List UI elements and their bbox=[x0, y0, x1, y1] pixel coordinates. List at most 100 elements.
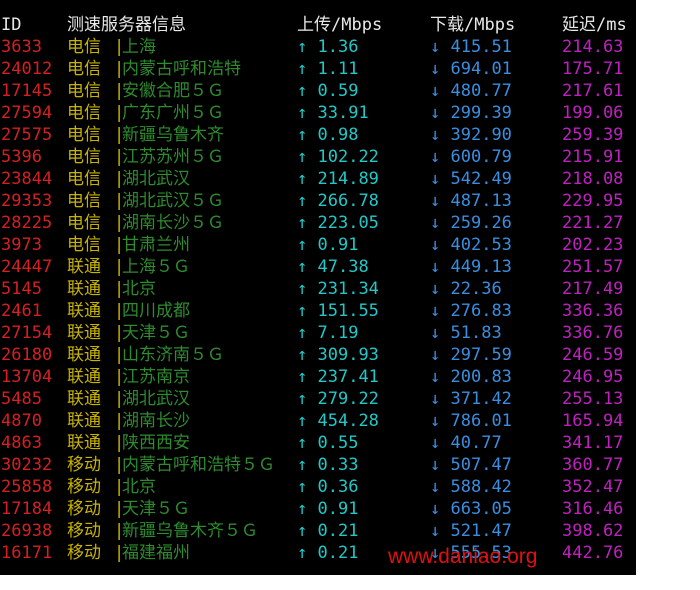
download-speed: ↓ 694.01 bbox=[430, 58, 512, 80]
down-arrow-icon: ↓ bbox=[430, 81, 441, 101]
terminal-window[interactable]: ID 测速服务器信息 上传/Mbps 下载/Mbps 延迟/ms 3633 电信 |… bbox=[0, 0, 636, 575]
upload-speed: ↑ 309.93 bbox=[297, 344, 379, 366]
header-row: ID 测速服务器信息 上传/Mbps 下载/Mbps 延迟/ms bbox=[0, 14, 636, 36]
result-row: 5396 电信 | 江苏苏州５Ｇ ↑ 102.22 ↓ 600.79 215.91 bbox=[0, 146, 636, 168]
server-city: 湖南长沙 bbox=[122, 411, 190, 431]
isp-name: 电信 bbox=[67, 125, 101, 145]
server-city: 内蒙古呼和浩特５Ｇ bbox=[122, 455, 275, 475]
down-arrow-icon: ↓ bbox=[430, 323, 441, 343]
upload-speed: ↑ 231.34 bbox=[297, 278, 379, 300]
download-value: 276.83 bbox=[450, 301, 512, 321]
up-arrow-icon: ↑ bbox=[297, 323, 308, 343]
download-speed: ↓ 22.36 bbox=[430, 278, 502, 300]
download-value: 22.36 bbox=[450, 279, 502, 299]
server-city: 湖南长沙５Ｇ bbox=[122, 213, 224, 233]
header-upload: 上传/Mbps bbox=[297, 15, 383, 35]
up-arrow-icon: ↑ bbox=[297, 191, 308, 211]
upload-speed: ↑ 0.98 bbox=[297, 124, 358, 146]
up-arrow-icon: ↑ bbox=[297, 543, 308, 563]
down-arrow-icon: ↓ bbox=[430, 345, 441, 365]
server-id: 3633 bbox=[1, 37, 42, 57]
upload-value: 279.22 bbox=[317, 389, 379, 409]
upload-value: 1.36 bbox=[317, 37, 359, 57]
result-row: 24447 联通 | 上海５Ｇ ↑ 47.38 ↓ 449.13 251.57 bbox=[0, 256, 636, 278]
latency-value: 217.61 bbox=[562, 81, 624, 101]
download-speed: ↓ 402.53 bbox=[430, 234, 512, 256]
latency-value: 229.95 bbox=[562, 191, 624, 211]
isp-name: 电信 bbox=[67, 147, 101, 167]
server-id: 27594 bbox=[1, 103, 53, 123]
server-city: 安徽合肥５Ｇ bbox=[122, 81, 224, 101]
isp-name: 电信 bbox=[67, 191, 101, 211]
server-city: 湖北武汉 bbox=[122, 389, 190, 409]
server-id: 2461 bbox=[1, 301, 42, 321]
upload-speed: ↑ 237.41 bbox=[297, 366, 379, 388]
upload-speed: ↑ 0.36 bbox=[297, 476, 358, 498]
download-value: 449.13 bbox=[450, 257, 512, 277]
upload-value: 223.05 bbox=[317, 213, 379, 233]
isp-name: 移动 bbox=[67, 499, 101, 519]
isp-name: 移动 bbox=[67, 521, 101, 541]
download-value: 542.49 bbox=[450, 169, 512, 189]
download-value: 299.39 bbox=[450, 103, 512, 123]
upload-value: 0.33 bbox=[317, 455, 359, 475]
download-speed: ↓ 51.83 bbox=[430, 322, 502, 344]
download-speed: ↓ 663.05 bbox=[430, 498, 512, 520]
up-arrow-icon: ↑ bbox=[297, 411, 308, 431]
server-city: 内蒙古呼和浩特 bbox=[122, 59, 241, 79]
server-id: 24012 bbox=[1, 59, 53, 79]
server-id: 28225 bbox=[1, 213, 53, 233]
server-city: 新疆乌鲁木齐５Ｇ bbox=[122, 521, 258, 541]
up-arrow-icon: ↑ bbox=[297, 521, 308, 541]
isp-name: 联通 bbox=[67, 301, 101, 321]
result-row: 17145 电信 | 安徽合肥５Ｇ ↑ 0.59 ↓ 480.77 217.61 bbox=[0, 80, 636, 102]
result-row: 16171 移动 | 福建福州 ↑ 0.21 ↓ 555.53 442.76 bbox=[0, 542, 636, 564]
upload-value: 0.36 bbox=[317, 477, 359, 497]
server-id: 23844 bbox=[1, 169, 53, 189]
download-speed: ↓ 786.01 bbox=[430, 410, 512, 432]
latency-value: 360.77 bbox=[562, 455, 624, 475]
down-arrow-icon: ↓ bbox=[430, 521, 441, 541]
result-row: 27594 电信 | 广东广州５Ｇ ↑ 33.91 ↓ 299.39 199.06 bbox=[0, 102, 636, 124]
upload-value: 151.55 bbox=[317, 301, 379, 321]
down-arrow-icon: ↓ bbox=[430, 213, 441, 233]
result-row: 25858 移动 | 北京 ↑ 0.36 ↓ 588.42 352.47 bbox=[0, 476, 636, 498]
server-city: 福建福州 bbox=[122, 543, 190, 563]
upload-value: 214.89 bbox=[317, 169, 379, 189]
isp-name: 联通 bbox=[67, 411, 101, 431]
download-value: 51.83 bbox=[450, 323, 502, 343]
latency-value: 165.94 bbox=[562, 411, 624, 431]
header-download: 下载/Mbps bbox=[430, 15, 516, 35]
latency-value: 218.08 bbox=[562, 169, 624, 189]
down-arrow-icon: ↓ bbox=[430, 169, 441, 189]
server-city: 江苏南京 bbox=[122, 367, 190, 387]
isp-name: 电信 bbox=[67, 213, 101, 233]
down-arrow-icon: ↓ bbox=[430, 455, 441, 475]
down-arrow-icon: ↓ bbox=[430, 411, 441, 431]
latency-value: 255.13 bbox=[562, 389, 624, 409]
latency-value: 259.39 bbox=[562, 125, 624, 145]
latency-value: 217.49 bbox=[562, 279, 624, 299]
download-speed: ↓ 588.42 bbox=[430, 476, 512, 498]
up-arrow-icon: ↑ bbox=[297, 37, 308, 57]
server-city: 湖北武汉 bbox=[122, 169, 190, 189]
up-arrow-icon: ↑ bbox=[297, 367, 308, 387]
isp-name: 联通 bbox=[67, 389, 101, 409]
up-arrow-icon: ↑ bbox=[297, 235, 308, 255]
download-speed: ↓ 371.42 bbox=[430, 388, 512, 410]
latency-value: 199.06 bbox=[562, 103, 624, 123]
server-id: 26180 bbox=[1, 345, 53, 365]
down-arrow-icon: ↓ bbox=[430, 499, 441, 519]
latency-value: 246.59 bbox=[562, 345, 624, 365]
server-city: 甘肃兰州 bbox=[122, 235, 190, 255]
isp-name: 移动 bbox=[67, 455, 101, 475]
result-row: 13704 联通 | 江苏南京 ↑ 237.41 ↓ 200.83 246.95 bbox=[0, 366, 636, 388]
download-speed: ↓ 276.83 bbox=[430, 300, 512, 322]
upload-speed: ↑ 151.55 bbox=[297, 300, 379, 322]
up-arrow-icon: ↑ bbox=[297, 345, 308, 365]
server-city: 北京 bbox=[122, 279, 156, 299]
download-value: 480.77 bbox=[450, 81, 512, 101]
down-arrow-icon: ↓ bbox=[430, 367, 441, 387]
result-row: 29353 电信 | 湖北武汉５Ｇ ↑ 266.78 ↓ 487.13 229.95 bbox=[0, 190, 636, 212]
up-arrow-icon: ↑ bbox=[297, 213, 308, 233]
